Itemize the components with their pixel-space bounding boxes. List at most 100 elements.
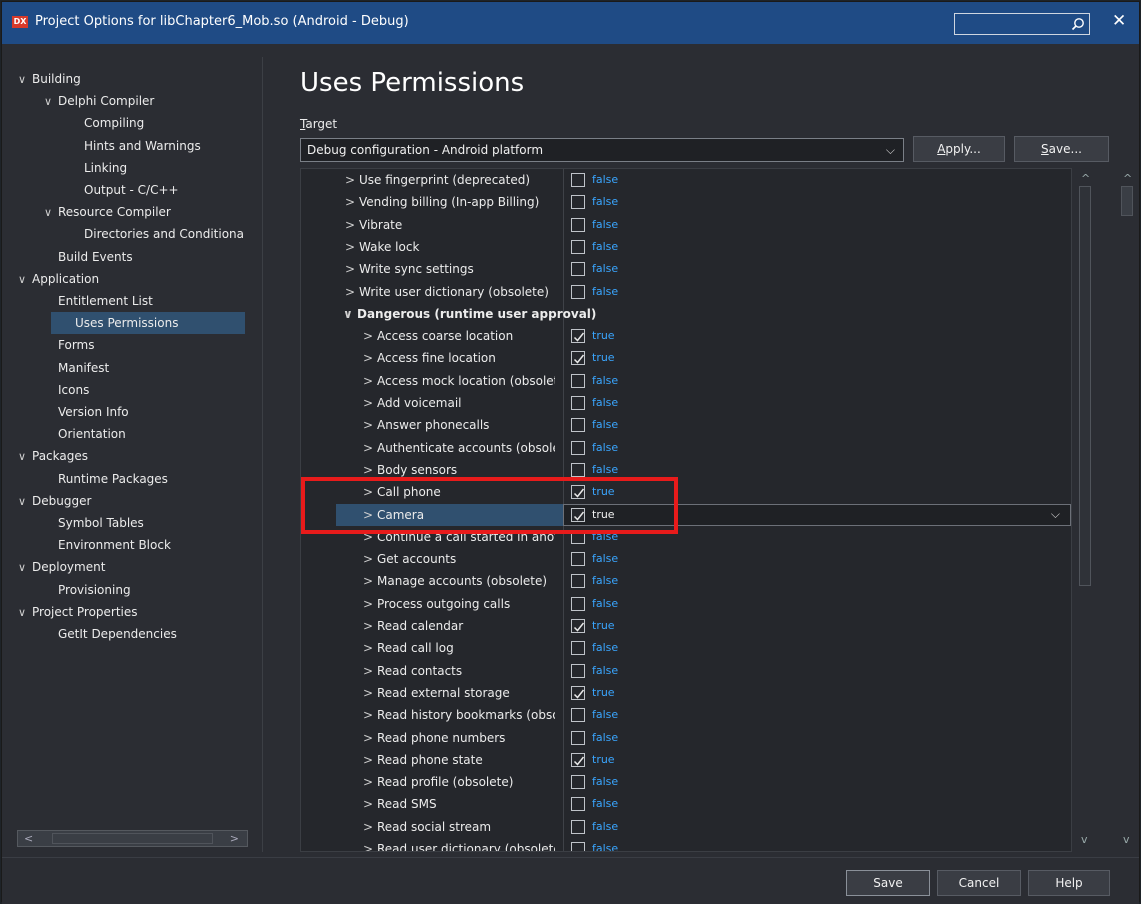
cancel-button[interactable]: Cancel — [937, 870, 1021, 896]
chevron-right-icon[interactable]: > — [363, 704, 377, 726]
target-dropdown[interactable]: Debug configuration - Android platform ⌵ — [300, 138, 904, 162]
sidebar-item-building[interactable]: ∨ Building — [18, 68, 81, 90]
sidebar-item-runtime-packages[interactable]: Runtime Packages — [58, 468, 168, 490]
sidebar-item-directories-and-conditiona[interactable]: Directories and Conditiona — [84, 223, 244, 245]
permission-checkbox[interactable] — [571, 552, 585, 567]
apply-button[interactable]: Apply... — [913, 136, 1005, 162]
permission-row[interactable]: > Read history bookmarks (obso false — [301, 704, 1071, 726]
panel-divider[interactable] — [262, 57, 263, 852]
permission-checkbox[interactable] — [571, 663, 585, 678]
sidebar-horizontal-scrollbar[interactable]: < > — [17, 830, 248, 847]
scroll-up-icon[interactable]: ^ — [1081, 172, 1090, 185]
permission-row[interactable]: > Wake lock false — [301, 236, 1071, 258]
chevron-right-icon[interactable]: > — [363, 392, 377, 414]
permission-checkbox[interactable] — [571, 418, 585, 433]
options-search-input[interactable] — [954, 13, 1090, 35]
permission-checkbox[interactable] — [571, 284, 585, 299]
permission-checkbox[interactable] — [571, 797, 585, 812]
chevron-right-icon[interactable]: > — [345, 191, 359, 213]
permission-checkbox[interactable] — [571, 440, 585, 455]
permission-row[interactable]: > Add voicemail false — [301, 392, 1071, 414]
sidebar-item-packages[interactable]: ∨ Packages — [18, 445, 88, 467]
sidebar-item-project-properties[interactable]: ∨ Project Properties — [18, 601, 138, 623]
permission-checkbox[interactable] — [571, 775, 585, 790]
chevron-right-icon[interactable]: > — [345, 258, 359, 280]
permission-row[interactable]: > Authenticate accounts (obsole false — [301, 437, 1071, 459]
permission-checkbox[interactable] — [571, 619, 585, 633]
permission-checkbox[interactable] — [571, 842, 585, 851]
chevron-right-icon[interactable]: > — [363, 838, 377, 851]
chevron-right-icon[interactable]: > — [363, 637, 377, 659]
scroll-down-icon[interactable]: v — [1081, 833, 1088, 846]
permission-checkbox[interactable] — [571, 685, 585, 700]
sidebar-item-hints-and-warnings[interactable]: Hints and Warnings — [84, 135, 201, 157]
chevron-right-icon[interactable]: > — [363, 570, 377, 592]
scroll-up-icon[interactable]: ^ — [1123, 172, 1132, 185]
chevron-right-icon[interactable]: > — [363, 816, 377, 838]
permission-row[interactable]: > Read SMS false — [301, 793, 1071, 815]
permission-checkbox[interactable] — [571, 173, 585, 187]
save-button[interactable]: Save — [846, 870, 930, 896]
chevron-right-icon[interactable]: > — [363, 437, 377, 459]
permission-row[interactable]: > Process outgoing calls false — [301, 593, 1071, 615]
permission-checkbox[interactable] — [571, 396, 585, 410]
chevron-down-icon[interactable]: ∨ — [44, 91, 58, 113]
permission-row[interactable]: > Read phone state true — [301, 749, 1071, 771]
scroll-right-icon[interactable]: > — [230, 832, 239, 845]
permission-checkbox[interactable] — [571, 195, 585, 210]
sidebar-item-version-info[interactable]: Version Info — [58, 401, 129, 423]
chevron-right-icon[interactable]: > — [363, 793, 377, 815]
chevron-right-icon[interactable]: > — [363, 771, 377, 793]
chevron-down-icon[interactable]: ∨ — [18, 69, 32, 91]
permission-checkbox[interactable] — [571, 373, 585, 388]
permission-row[interactable]: > Manage accounts (obsolete) false — [301, 570, 1071, 592]
chevron-right-icon[interactable]: > — [363, 548, 377, 570]
sidebar-item-delphi-compiler[interactable]: ∨ Delphi Compiler — [44, 90, 154, 112]
chevron-down-icon[interactable]: ∨ — [18, 491, 32, 513]
sidebar-item-deployment[interactable]: ∨ Deployment — [18, 556, 105, 578]
permission-checkbox[interactable] — [571, 596, 585, 611]
chevron-right-icon[interactable]: > — [363, 414, 377, 436]
chevron-down-icon[interactable]: ∨ — [18, 269, 32, 291]
permission-row[interactable]: > Access fine location true — [301, 347, 1071, 369]
sidebar-item-compiling[interactable]: Compiling — [84, 112, 144, 134]
permission-row[interactable]: > Read call log false — [301, 637, 1071, 659]
permission-row[interactable]: > Use fingerprint (deprecated) false — [301, 169, 1071, 191]
permission-row[interactable]: > Read calendar true — [301, 615, 1071, 637]
permission-row[interactable]: > Read contacts false — [301, 660, 1071, 682]
permission-row[interactable]: > Answer phonecalls false — [301, 414, 1071, 436]
chevron-right-icon[interactable]: > — [345, 236, 359, 258]
permission-row[interactable]: > Write sync settings false — [301, 258, 1071, 280]
permission-checkbox[interactable] — [571, 730, 585, 745]
sidebar-item-icons[interactable]: Icons — [58, 379, 89, 401]
chevron-down-icon[interactable]: ∨ — [18, 602, 32, 624]
sidebar-item-orientation[interactable]: Orientation — [58, 423, 126, 445]
sidebar-item-entitlement-list[interactable]: Entitlement List — [58, 290, 153, 312]
permission-row[interactable]: > Vibrate false — [301, 214, 1071, 236]
save-target-button[interactable]: Save... — [1014, 136, 1109, 162]
permission-row[interactable]: > Read social stream false — [301, 816, 1071, 838]
help-button[interactable]: Help — [1028, 870, 1110, 896]
chevron-right-icon[interactable]: > — [363, 325, 377, 347]
permission-checkbox[interactable] — [571, 462, 585, 477]
permission-checkbox[interactable] — [571, 329, 585, 344]
grid-scrollbar-thumb[interactable] — [1079, 186, 1091, 586]
page-vertical-scrollbar[interactable]: ^ v — [1119, 168, 1136, 852]
permission-row[interactable]: > Access mock location (obsolet false — [301, 370, 1071, 392]
grid-vertical-scrollbar[interactable]: ^ v — [1077, 168, 1094, 852]
permission-checkbox[interactable] — [571, 752, 585, 767]
scroll-left-icon[interactable]: < — [24, 832, 33, 845]
permission-checkbox[interactable] — [571, 262, 585, 277]
sidebar-item-uses-permissions[interactable]: Uses Permissions — [51, 312, 245, 335]
sidebar-item-resource-compiler[interactable]: ∨ Resource Compiler — [44, 201, 171, 223]
sidebar-item-forms[interactable]: Forms — [58, 334, 94, 356]
sidebar-item-getit-dependencies[interactable]: GetIt Dependencies — [58, 623, 177, 645]
chevron-right-icon[interactable]: > — [363, 682, 377, 704]
permission-checkbox[interactable] — [571, 217, 585, 232]
permission-row[interactable]: > Get accounts false — [301, 548, 1071, 570]
permission-row[interactable]: > Access coarse location true — [301, 325, 1071, 347]
permission-checkbox[interactable] — [571, 819, 585, 834]
permission-checkbox[interactable] — [571, 641, 585, 656]
permission-row[interactable]: > Write user dictionary (obsolete) false — [301, 281, 1071, 303]
sidebar-item-manifest[interactable]: Manifest — [58, 357, 109, 379]
